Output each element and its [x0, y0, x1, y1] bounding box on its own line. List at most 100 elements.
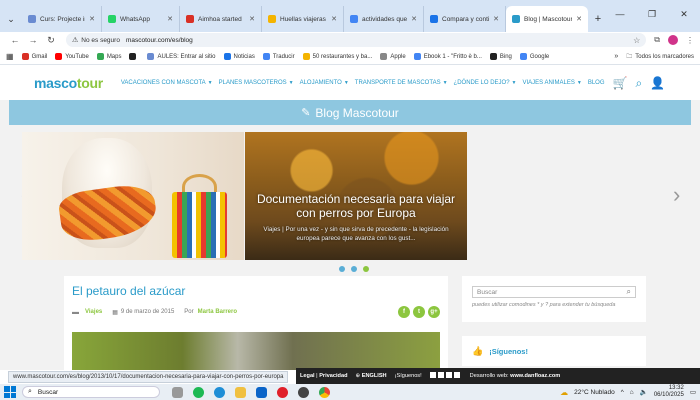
spotify-icon[interactable]: [193, 386, 204, 398]
bookmark-item[interactable]: Traducir: [262, 53, 295, 60]
notifications-icon[interactable]: ▭: [690, 388, 696, 396]
site-logo[interactable]: mascotour: [34, 75, 103, 91]
bookmark-item[interactable]: Bing: [489, 53, 512, 60]
tab-close-icon[interactable]: ✕: [411, 15, 417, 23]
restore-icon[interactable]: ❐: [636, 0, 668, 28]
thumbs-up-icon: 👍: [472, 345, 484, 356]
blog-title-bar: ✎ Blog Mascotour: [9, 100, 691, 125]
bookmark-item[interactable]: 50 restaurantes y ba...: [302, 53, 373, 60]
browser-tab[interactable]: Aimhoa started ✕: [180, 6, 262, 32]
nav-item[interactable]: ALOJAMIENTO ▼: [300, 80, 349, 86]
nav-label: VACACIONES CON MASCOTA: [120, 80, 206, 86]
share-button[interactable]: g+: [428, 306, 440, 318]
weather-text[interactable]: 22°C Nublado: [574, 389, 615, 396]
footer-dev-link[interactable]: www.danfloaz.com: [510, 373, 560, 379]
browser-tab[interactable]: Compara y conti ✕: [424, 6, 506, 32]
caret-down-icon: ▼: [207, 80, 213, 86]
share-button[interactable]: f: [398, 306, 410, 318]
chatgpt-icon[interactable]: [298, 386, 309, 398]
browser-tab[interactable]: Blog | Mascotour ✕: [506, 6, 588, 32]
clock[interactable]: 13:32 06/10/2025: [654, 385, 684, 399]
nav-item[interactable]: ¿DÓNDE LO DEJO? ▼: [454, 80, 517, 86]
nav-item[interactable]: VIAJES ANIMALES ▼: [523, 80, 582, 86]
slide-title[interactable]: Documentación necesaria para viajar con …: [251, 192, 461, 220]
all-bookmarks-folder[interactable]: 🗀 Todos los marcadores: [626, 52, 694, 62]
tab-close-icon[interactable]: ✕: [493, 15, 499, 23]
bookmark-favicon-icon: [413, 53, 421, 60]
tab-search-menu[interactable]: ⌄: [0, 6, 22, 32]
profile-avatar[interactable]: [668, 35, 678, 45]
chrome-icon[interactable]: [319, 386, 330, 398]
bookmark-item[interactable]: [129, 53, 139, 60]
browser-tab[interactable]: WhatsApp ✕: [102, 6, 180, 32]
search-icon[interactable]: ⌕: [635, 76, 642, 91]
tab-close-icon[interactable]: ✕: [249, 15, 255, 23]
forward-icon[interactable]: →: [24, 35, 42, 45]
bookmark-item[interactable]: Gmail: [21, 53, 47, 60]
bookmark-item[interactable]: YouTube: [55, 53, 89, 60]
footer-privacy[interactable]: Privacidad: [319, 373, 347, 379]
edge-icon[interactable]: [214, 386, 225, 398]
close-window-icon[interactable]: ✕: [668, 0, 700, 28]
slider-dot-1[interactable]: [339, 266, 345, 272]
bookmark-item[interactable]: Noticias: [223, 53, 255, 60]
cart-icon[interactable]: 🛒: [613, 76, 628, 90]
footer-english[interactable]: ENGLISH: [362, 373, 387, 379]
browser-tab[interactable]: Curs: Projecte ir ✕: [22, 6, 102, 32]
user-icon[interactable]: 👤: [650, 76, 665, 90]
apps-grid-icon[interactable]: ▦: [6, 52, 14, 61]
bookmark-item[interactable]: Google: [519, 53, 549, 60]
blog-search-input[interactable]: Buscar ⌕: [472, 286, 636, 298]
tab-close-icon[interactable]: ✕: [576, 15, 582, 23]
featured-slider: ‹ Documentación necesaria para viajar co…: [9, 130, 691, 272]
caret-down-icon: ▼: [576, 80, 582, 86]
footer-legal[interactable]: Legal: [300, 373, 315, 379]
taskbar-search[interactable]: ⌕ Buscar: [22, 386, 160, 398]
nav-item[interactable]: PLANES MASCOTEROS ▼: [219, 80, 294, 86]
minimize-icon[interactable]: —: [604, 0, 636, 28]
article-title[interactable]: El petauro del azúcar: [72, 284, 440, 298]
slide-image-dog[interactable]: [22, 132, 244, 260]
security-indicator[interactable]: ⚠ No es seguro: [72, 36, 120, 45]
article-image[interactable]: [72, 332, 440, 370]
nav-item[interactable]: VACACIONES CON MASCOTA ▼: [121, 80, 213, 86]
tab-close-icon[interactable]: ✕: [89, 15, 95, 23]
bookmarks-overflow[interactable]: »: [614, 53, 618, 60]
search-icon[interactable]: ⌕: [627, 287, 631, 297]
tab-close-icon[interactable]: ✕: [167, 15, 173, 23]
outlook-icon[interactable]: [256, 386, 267, 398]
tray-overflow-icon[interactable]: ^: [621, 389, 624, 396]
bookmark-item[interactable]: Maps: [96, 53, 121, 60]
back-icon[interactable]: ←: [6, 35, 24, 45]
bookmark-item[interactable]: Ebook 1 - "Fritto è b...: [413, 53, 482, 60]
bookmark-star-icon[interactable]: ☆: [633, 36, 640, 45]
opera-icon[interactable]: [277, 386, 288, 398]
nav-blog[interactable]: BLOG: [588, 80, 605, 86]
network-icon[interactable]: ⌂: [630, 389, 634, 396]
taskbar-search-label: Buscar: [37, 388, 59, 396]
bookmark-item[interactable]: Apple: [380, 53, 406, 60]
windows-start-icon[interactable]: [4, 386, 16, 398]
nav-item[interactable]: TRANSPORTE DE MASCOTAS ▼: [355, 80, 448, 86]
bookmark-label: Noticias: [233, 53, 255, 60]
browser-tab[interactable]: Huellas viajeras ✕: [262, 6, 344, 32]
file-explorer-icon[interactable]: [235, 386, 246, 398]
footer-social-icons[interactable]: [429, 372, 462, 380]
task-view-icon[interactable]: [172, 386, 183, 398]
slider-next-icon[interactable]: ›: [673, 182, 680, 208]
article-category[interactable]: Viajes: [85, 309, 102, 315]
omnibox[interactable]: ⚠ No es seguro mascotour.com/es/blog ☆: [66, 33, 647, 47]
share-button[interactable]: t: [413, 306, 425, 318]
reload-icon[interactable]: ↻: [42, 35, 60, 46]
slider-dot-2[interactable]: [351, 266, 357, 272]
browser-tab[interactable]: actividades que ✕: [344, 6, 424, 32]
volume-icon[interactable]: 🔈: [640, 388, 648, 396]
bookmark-label: 50 restaurantes y ba...: [312, 53, 373, 60]
extensions-icon[interactable]: ⧉: [654, 35, 660, 45]
slide-featured[interactable]: Documentación necesaria para viajar con …: [245, 132, 467, 260]
article-author[interactable]: Marta Barrero: [198, 309, 237, 315]
slider-dot-3[interactable]: [363, 266, 369, 272]
bookmark-item[interactable]: AULES: Entrar al sitio: [147, 53, 216, 60]
tab-close-icon[interactable]: ✕: [331, 15, 337, 23]
browser-menu-icon[interactable]: ⋮: [686, 36, 694, 45]
